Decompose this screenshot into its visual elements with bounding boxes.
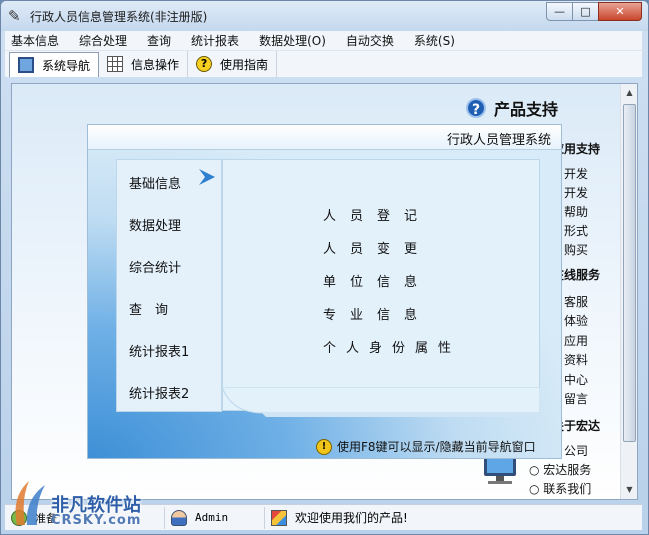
support-link[interactable]: 开发 bbox=[564, 165, 588, 182]
menu-processing[interactable]: 综合处理 bbox=[79, 32, 127, 49]
product-support-header: ? 产品支持 bbox=[466, 96, 558, 120]
about-link-service[interactable]: ○ 宏达服务 bbox=[529, 461, 591, 478]
menu-reports[interactable]: 统计报表 bbox=[191, 32, 239, 49]
service-link[interactable]: 中心 bbox=[564, 371, 588, 388]
menu-system[interactable]: 系统(S) bbox=[414, 32, 455, 49]
support-link[interactable]: 开发 bbox=[564, 184, 588, 201]
close-button[interactable]: ✕ bbox=[598, 2, 642, 21]
status-user-cell: Admin bbox=[165, 506, 265, 529]
nav-header-title: 行政人员管理系统 bbox=[446, 133, 551, 148]
tip-bulb-icon: ! bbox=[316, 438, 332, 455]
minimize-button[interactable]: — bbox=[546, 2, 572, 21]
tab-user-guide[interactable]: ? 使用指南 bbox=[188, 51, 278, 77]
maximize-button[interactable]: □ bbox=[572, 2, 598, 21]
nav-link-major-info[interactable]: 专业信息 bbox=[323, 304, 431, 323]
nav-function-list: 人员登记 人员变更 单位信息 专业信息 个人身份属性 bbox=[222, 159, 540, 411]
support-link[interactable]: 帮助 bbox=[564, 203, 588, 220]
f8-hint-text: 使用F8键可以显示/隐藏当前导航窗口 bbox=[337, 440, 536, 454]
scroll-up-button[interactable]: ▲ bbox=[622, 85, 637, 101]
nav-link-staff-change[interactable]: 人员变更 bbox=[323, 238, 431, 257]
vertical-scrollbar[interactable]: ▲ ▼ bbox=[620, 84, 637, 499]
menu-auto-exchange[interactable]: 自动交换 bbox=[346, 32, 394, 49]
service-link[interactable]: 资料 bbox=[564, 351, 588, 368]
selected-arrow-icon bbox=[199, 169, 215, 185]
nav-category-statistics[interactable]: 综合统计 bbox=[129, 257, 181, 276]
about-link-contact[interactable]: ○ 联系我们 bbox=[529, 480, 591, 497]
nav-category-data-processing[interactable]: 数据处理 bbox=[129, 215, 181, 234]
help-icon: ? bbox=[196, 56, 213, 72]
tab-system-navigation[interactable]: 系统导航 bbox=[9, 52, 100, 77]
nav-category-report-2[interactable]: 统计报表2 bbox=[129, 383, 189, 402]
f8-hint: ! 使用F8键可以显示/隐藏当前导航窗口 bbox=[316, 438, 536, 455]
main-content: ? 产品支持 应用支持 开发 开发 帮助 形式 购买 在线服务 客服 体验 应用… bbox=[11, 83, 638, 500]
nav-category-basic-info[interactable]: 基础信息 bbox=[129, 173, 181, 192]
site-watermark: 非凡软件站 CRSKY.com bbox=[1, 471, 161, 533]
nav-link-unit-info[interactable]: 单位信息 bbox=[323, 271, 431, 290]
status-user-text: Admin bbox=[195, 511, 229, 524]
nav-link-staff-register[interactable]: 人员登记 bbox=[323, 205, 431, 224]
scroll-down-button[interactable]: ▼ bbox=[622, 482, 637, 498]
service-link[interactable]: 应用 bbox=[564, 332, 588, 349]
nav-link-identity-attributes[interactable]: 个人身份属性 bbox=[323, 337, 461, 356]
support-info-icon: ? bbox=[466, 98, 486, 118]
support-link[interactable]: 形式 bbox=[564, 222, 588, 239]
app-pen-icon: ✎ bbox=[8, 7, 21, 25]
about-link[interactable]: 公司 bbox=[564, 442, 588, 459]
menu-query[interactable]: 查询 bbox=[147, 32, 171, 49]
tab-label: 信息操作 bbox=[131, 57, 180, 72]
status-welcome-text: 欢迎使用我们的产品! bbox=[295, 511, 408, 525]
watermark-text-en: CRSKY.com bbox=[51, 513, 142, 528]
tab-label: 使用指南 bbox=[220, 57, 269, 72]
nav-category-query[interactable]: 查 询 bbox=[129, 299, 168, 318]
nav-header: 行政人员管理系统 bbox=[88, 125, 561, 150]
service-link[interactable]: 留言 bbox=[564, 390, 588, 407]
app-window: ✎ 行政人员信息管理系统(非注册版) — □ ✕ 基本信息 综合处理 查询 统计… bbox=[0, 0, 649, 535]
grid-icon bbox=[107, 56, 124, 72]
product-cube-icon bbox=[271, 509, 287, 526]
navigation-window: 行政人员管理系统 基础信息 数据处理 综合统计 查 询 统计报表1 统计报表2 … bbox=[87, 124, 562, 459]
scroll-thumb[interactable] bbox=[623, 104, 636, 442]
tab-info-operation[interactable]: 信息操作 bbox=[99, 51, 189, 77]
menu-data-processing[interactable]: 数据处理(O) bbox=[259, 32, 326, 49]
page-fold-decor bbox=[222, 387, 540, 417]
service-link[interactable]: 客服 bbox=[564, 293, 588, 310]
title-bar[interactable]: ✎ 行政人员信息管理系统(非注册版) — □ ✕ bbox=[1, 1, 648, 31]
tab-label: 系统导航 bbox=[42, 58, 91, 73]
nav-category-report-1[interactable]: 统计报表1 bbox=[129, 341, 189, 360]
user-icon bbox=[171, 509, 187, 526]
product-support-title: 产品支持 bbox=[494, 100, 559, 119]
watermark-logo-icon bbox=[15, 481, 45, 525]
menu-bar: 基本信息 综合处理 查询 统计报表 数据处理(O) 自动交换 系统(S) bbox=[5, 31, 642, 50]
support-link[interactable]: 购买 bbox=[564, 241, 588, 258]
status-welcome-cell: 欢迎使用我们的产品! bbox=[265, 507, 414, 529]
nav-category-list: 基础信息 数据处理 综合统计 查 询 统计报表1 统计报表2 bbox=[116, 159, 222, 412]
window-controls: — □ ✕ bbox=[546, 2, 642, 21]
window-title: 行政人员信息管理系统(非注册版) bbox=[30, 10, 208, 24]
monitor-icon bbox=[18, 57, 34, 73]
service-link[interactable]: 体验 bbox=[564, 312, 588, 329]
menu-basic-info[interactable]: 基本信息 bbox=[11, 32, 59, 49]
toolbar: 系统导航 信息操作 ? 使用指南 bbox=[5, 50, 642, 77]
